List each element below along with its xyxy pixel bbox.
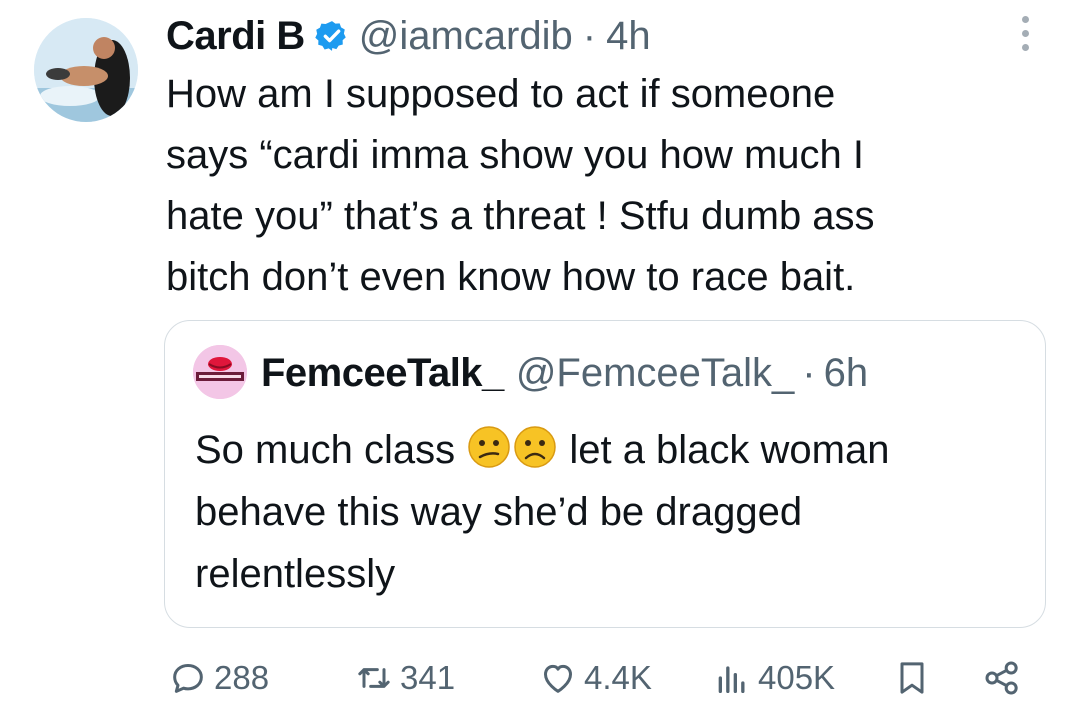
quoted-tweet-header: FemceeTalk_ @FemceeTalk_ · 6h — [261, 347, 868, 399]
retweet-count: 341 — [400, 659, 456, 696]
quoted-tweet-timestamp[interactable]: 6h — [824, 351, 869, 396]
share-icon — [985, 661, 1018, 695]
header-separator: · — [582, 13, 597, 58]
quoted-author-handle[interactable]: @FemceeTalk_ — [516, 351, 794, 396]
tweet-text: How am I supposed to act if someone says… — [166, 72, 875, 299]
tweet-header: Cardi B @iamcardib · 4h — [166, 10, 651, 62]
like-button[interactable]: 4.4K — [538, 658, 652, 698]
reply-count: 288 — [214, 659, 270, 696]
quoted-header-separator: · — [802, 350, 816, 395]
author-handle[interactable]: @iamcardib — [359, 14, 573, 59]
like-count: 4.4K — [584, 659, 652, 696]
views-count: 405K — [758, 659, 836, 696]
author-name[interactable]: Cardi B — [166, 14, 305, 59]
quoted-tweet[interactable]: FemceeTalk_ @FemceeTalk_ · 6h So much cl… — [164, 320, 1046, 628]
frowning-face-emoji-icon — [514, 426, 556, 468]
views-icon — [718, 666, 745, 693]
verified-badge-icon — [315, 21, 346, 51]
tweet-action-bar: 288 341 4.4K 405K — [0, 652, 1080, 712]
quoted-tweet-text: So much class let a black woman behave t… — [195, 419, 1025, 605]
bookmark-icon — [900, 662, 924, 694]
share-button[interactable] — [982, 658, 1022, 703]
quoted-author-name[interactable]: FemceeTalk_ — [261, 351, 504, 396]
views-button[interactable]: 405K — [712, 658, 835, 698]
quoted-author-avatar[interactable] — [193, 345, 247, 399]
more-options-icon[interactable] — [1016, 16, 1034, 58]
tweet-timestamp[interactable]: 4h — [606, 14, 651, 59]
heart-icon — [544, 664, 572, 693]
reply-button[interactable]: 288 — [168, 658, 269, 698]
author-avatar[interactable] — [34, 18, 138, 122]
quoted-text-start: So much class — [195, 428, 467, 472]
retweet-icon — [358, 668, 390, 688]
confused-face-emoji-icon — [468, 426, 510, 468]
retweet-button[interactable]: 341 — [354, 658, 455, 698]
reply-icon — [173, 664, 203, 693]
bookmark-button[interactable] — [892, 658, 932, 703]
